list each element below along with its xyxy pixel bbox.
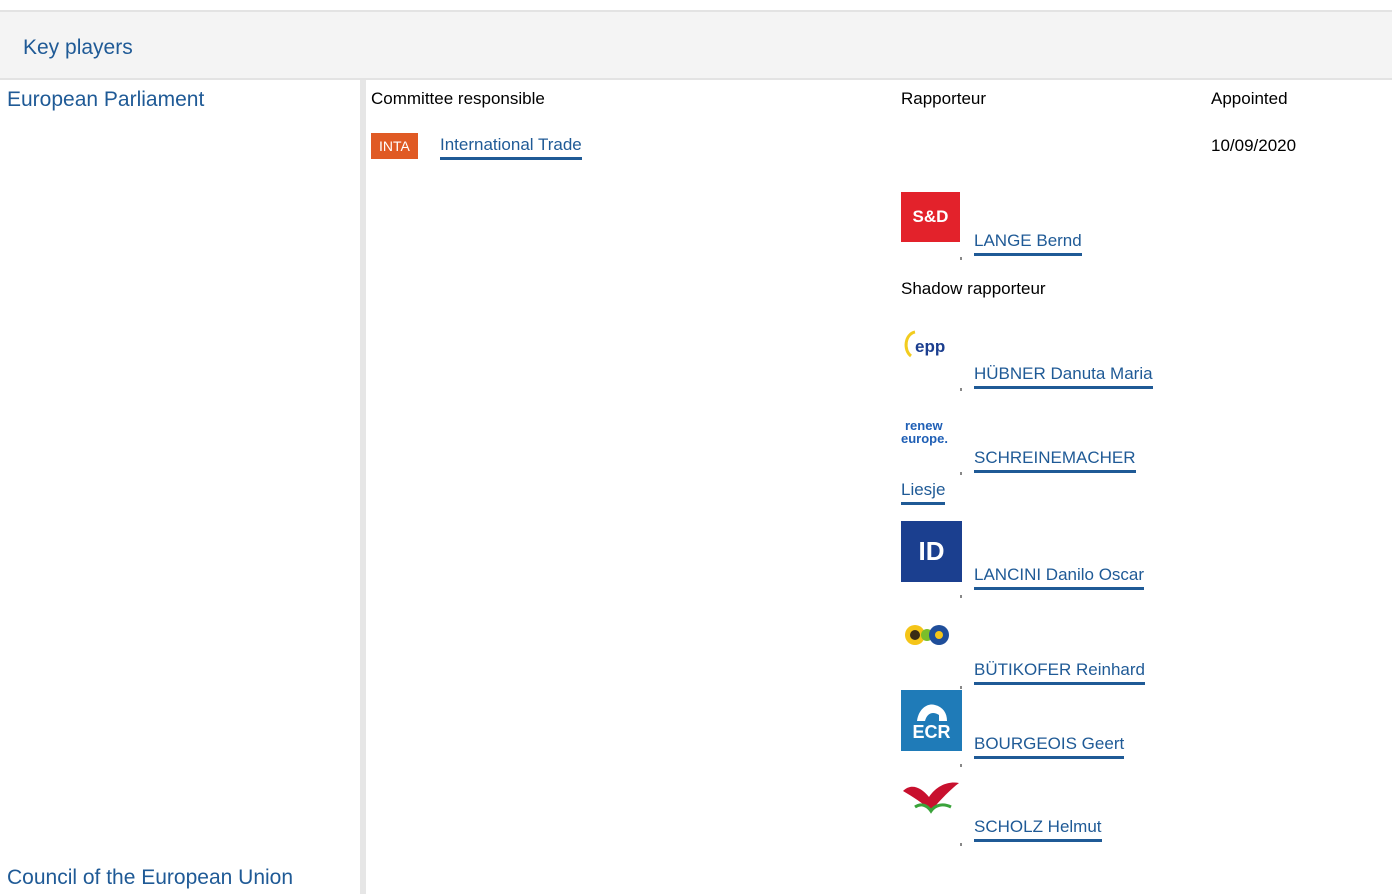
- rapporteur-entry: S&D LANGE Bernd: [901, 191, 1221, 261]
- europe-logo-text: europe.: [901, 431, 948, 446]
- institution-council[interactable]: Council of the European Union: [7, 866, 293, 890]
- logo-tick: [960, 388, 962, 391]
- sd-group-logo-icon: S&D: [901, 192, 960, 242]
- shadow-rapporteur-link[interactable]: SCHOLZ Helmut: [974, 817, 1102, 842]
- sd-logo-text: S&D: [912, 207, 949, 226]
- shadow-rapporteur-entry: ID LANCINI Danilo Oscar: [901, 521, 1221, 598]
- shadow-rapporteur-link[interactable]: BÜTIKOFER Reinhard: [974, 660, 1145, 685]
- shadow-rapporteur-link[interactable]: BOURGEOIS Geert: [974, 734, 1125, 759]
- committee-badge: INTA: [371, 133, 418, 159]
- epp-group-logo-icon: epp: [901, 322, 962, 374]
- gue-ngl-group-logo-icon: [901, 777, 962, 821]
- key-players-panel: Key players European Parliament Council …: [0, 0, 1392, 894]
- shadow-rapporteur-link[interactable]: SCHREINEMACHER: [974, 448, 1136, 473]
- shadow-rapporteur-entry: epp HÜBNER Danuta Maria: [901, 322, 1221, 392]
- shadow-rapporteur-entry: ECR BOURGEOIS Geert: [901, 690, 1221, 767]
- panel-title: Key players: [23, 36, 133, 59]
- committee-responsible-header: Committee responsible: [371, 89, 545, 108]
- renew-europe-group-logo-icon: renew europe.: [901, 406, 962, 458]
- greens-efa-group-logo-icon: [901, 620, 962, 652]
- shadow-rapporteur-link[interactable]: HÜBNER Danuta Maria: [974, 364, 1153, 389]
- ecr-logo-text: ECR: [912, 721, 951, 742]
- rapporteur-header: Rapporteur: [901, 89, 987, 108]
- shadow-rapporteur-entry: renew europe. SCHREINEMACHER Liesje: [901, 406, 1221, 506]
- shadow-rapporteur-label: Shadow rapporteur: [901, 279, 1046, 298]
- id-logo-text: ID: [918, 536, 945, 566]
- committee-link[interactable]: International Trade: [440, 135, 582, 160]
- logo-tick: [960, 686, 962, 689]
- panel-body: European Parliament Council of the Europ…: [0, 80, 1392, 894]
- shadow-rapporteur-link-continued[interactable]: Liesje: [901, 480, 946, 505]
- ecr-group-logo-icon: ECR: [901, 690, 962, 751]
- ecr-lion-svg: [916, 704, 947, 721]
- logo-tick: [960, 472, 962, 475]
- greens-efa-logo-svg: [905, 625, 949, 645]
- column-divider: [360, 80, 366, 894]
- shadow-rapporteur-entry: BÜTIKOFER Reinhard: [901, 620, 1221, 690]
- logo-tick: [960, 257, 962, 260]
- institution-column: European Parliament Council of the Europ…: [0, 80, 360, 894]
- appointed-date: 10/09/2020: [1211, 136, 1297, 155]
- id-group-logo-icon: ID: [901, 521, 962, 582]
- rapporteur-link[interactable]: LANGE Bernd: [974, 231, 1082, 256]
- panel-header: Key players: [0, 10, 1392, 80]
- shadow-rapporteur-link[interactable]: LANCINI Danilo Oscar: [974, 565, 1145, 590]
- logo-tick: [960, 595, 962, 598]
- shadow-rapporteur-entry: SCHOLZ Helmut: [901, 777, 1221, 847]
- gue-ngl-logo-svg: [903, 782, 959, 814]
- logo-tick: [960, 843, 962, 846]
- logo-tick: [960, 764, 962, 767]
- epp-logo-text: epp: [915, 337, 945, 356]
- appointed-header: Appointed: [1211, 89, 1288, 108]
- institution-european-parliament[interactable]: European Parliament: [7, 88, 204, 112]
- epp-logo-svg: epp: [904, 330, 945, 358]
